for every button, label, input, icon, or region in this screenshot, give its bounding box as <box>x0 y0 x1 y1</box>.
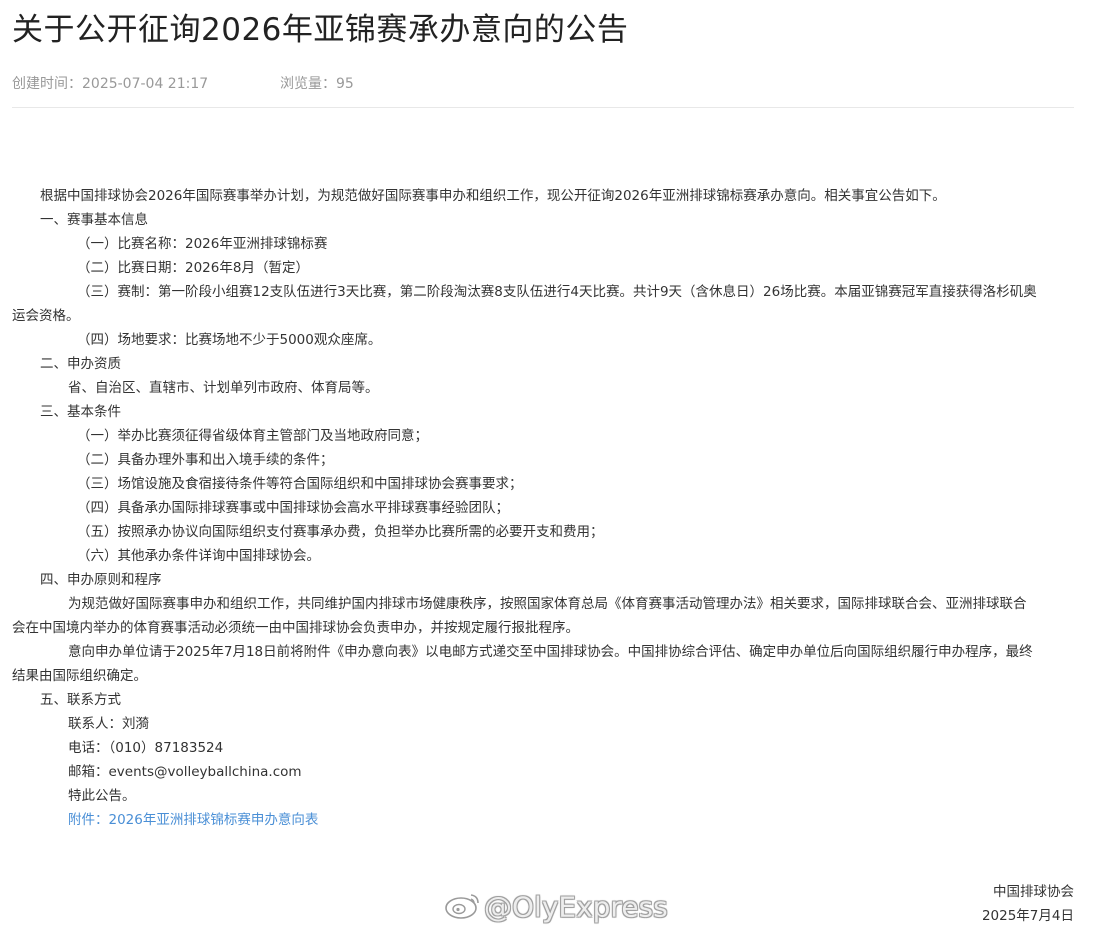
contact-person: 联系人：刘漪 <box>68 716 149 732</box>
section-heading: 三、基本条件 <box>40 404 121 420</box>
list-item: （一）举办比赛须征得省级体育主管部门及当地政府同意； <box>77 428 428 444</box>
procedure-paragraph-2: 意向申办单位请于2025年7月18日前将附件《申办意向表》以电邮方式递交至中国排… <box>68 644 1033 660</box>
intro-paragraph: 根据中国排球协会2026年国际赛事举办计划，为规范做好国际赛事申办和组织工作，现… <box>40 188 946 204</box>
article-body: 根据中国排球协会2026年国际赛事举办计划，为规范做好国际赛事申办和组织工作，现… <box>12 184 1070 832</box>
weibo-icon <box>444 890 482 927</box>
signature-date: 2025年7月4日 <box>981 908 1074 924</box>
meta-bar: 创建时间：2025-07-04 21:17 浏览量：95 <box>12 74 354 94</box>
divider <box>12 107 1074 108</box>
contact-email: 邮箱：events@volleyballchina.com <box>68 764 302 780</box>
view-count: 浏览量：95 <box>280 76 354 92</box>
procedure-paragraph-1-wrap: 会在中国境内举办的体育赛事活动必须统一由中国排球协会负责申办，并按规定履行报批程… <box>12 620 579 636</box>
procedure-paragraph-1: 为规范做好国际赛事申办和组织工作，共同维护国内排球市场健康秩序，按照国家体育总局… <box>68 596 1027 612</box>
list-item-wrap: 运会资格。 <box>12 308 80 324</box>
list-item: （四）具备承办国际排球赛事或中国排球协会高水平排球赛事经验团队； <box>77 500 509 516</box>
contact-phone: 电话：（010）87183524 <box>68 740 224 756</box>
list-item: （四）场地要求：比赛场地不少于5000观众座席。 <box>77 332 382 348</box>
watermark-text: @OlyExpress <box>484 890 668 924</box>
list-item: （二）比赛日期：2026年8月（暂定） <box>77 260 309 276</box>
procedure-paragraph-2-wrap: 结果由国际组织确定。 <box>12 668 147 684</box>
list-item: （一）比赛名称：2026年亚洲排球锦标赛 <box>77 236 328 252</box>
list-item-text: （三）赛制：第一阶段小组赛12支队伍进行3天比赛，第二阶段淘汰赛8支队伍进行4天… <box>77 284 1037 300</box>
section-heading: 四、申办原则和程序 <box>40 572 162 588</box>
list-item: （三）场馆设施及食宿接待条件等符合国际组织和中国排球协会赛事要求； <box>77 476 523 492</box>
attachment-link[interactable]: 附件：2026年亚洲排球锦标赛申办意向表 <box>68 812 318 828</box>
list-item: （五）按照承办协议向国际组织支付赛事承办费，负担举办比赛所需的必要开支和费用； <box>77 524 604 540</box>
closing-text: 特此公告。 <box>68 788 136 804</box>
page-title: 关于公开征询2026年亚锦赛承办意向的公告 <box>12 12 629 48</box>
list-item: （二）具备办理外事和出入境手续的条件； <box>77 452 334 468</box>
signature-org: 中国排球协会 <box>993 884 1074 900</box>
section-heading: 五、联系方式 <box>40 692 121 708</box>
section-heading: 一、赛事基本信息 <box>40 212 148 228</box>
watermark: @OlyExpress <box>444 890 668 927</box>
list-item: （六）其他承办条件详询中国排球协会。 <box>77 548 320 564</box>
qualification-text: 省、自治区、直辖市、计划单列市政府、体育局等。 <box>68 380 379 396</box>
section-heading: 二、申办资质 <box>40 356 121 372</box>
list-item: （三）赛制：第一阶段小组赛12支队伍进行3天比赛，第二阶段淘汰赛8支队伍进行4天… <box>12 280 1070 304</box>
attachment-item: 附件：2026年亚洲排球锦标赛申办意向表 <box>40 808 1070 832</box>
created-time: 创建时间：2025-07-04 21:17 <box>12 76 209 92</box>
